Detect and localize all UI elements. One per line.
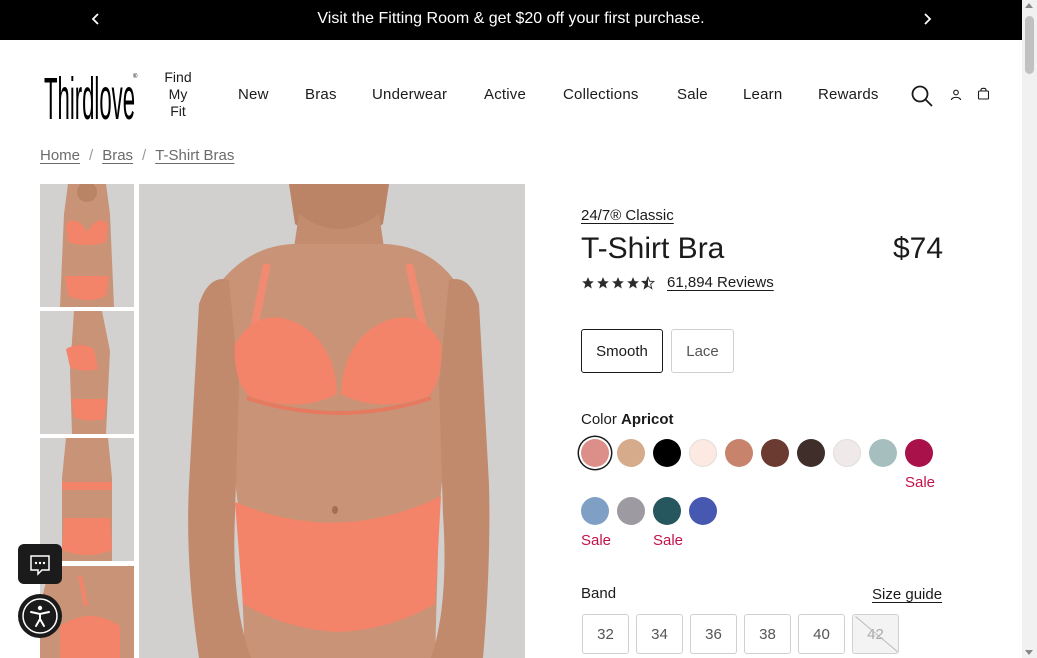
announcement-bar: Visit the Fitting Room & get $20 off you… (0, 0, 1022, 40)
color-swatch[interactable] (581, 497, 609, 525)
selected-color-name: Apricot (621, 411, 674, 428)
band-option-32[interactable]: 32 (582, 614, 629, 654)
nav-collections[interactable]: Collections (563, 86, 639, 103)
chevron-right-icon[interactable] (920, 11, 934, 27)
nav-find-my-fit-line3: Fit (170, 103, 186, 119)
unavailable-strike (855, 616, 898, 653)
star-half-icon (641, 275, 655, 290)
nav-learn[interactable]: Learn (743, 86, 782, 103)
style-option-smooth[interactable]: Smooth (581, 329, 663, 373)
sale-label: Sale (905, 474, 936, 491)
product-title: T-Shirt Bra (581, 232, 725, 265)
band-option-42-unavailable[interactable]: 42 (852, 614, 899, 654)
color-swatch[interactable] (617, 497, 645, 525)
account-icon[interactable] (950, 88, 962, 106)
accessibility-button[interactable] (18, 594, 62, 638)
chat-button[interactable] (18, 544, 62, 584)
announcement-text[interactable]: Visit the Fitting Room & get $20 off you… (0, 10, 1022, 28)
accessibility-icon (22, 598, 58, 634)
nav-underwear[interactable]: Underwear (372, 86, 447, 103)
nav-new[interactable]: New (238, 86, 269, 103)
scroll-up-arrow-icon[interactable] (1025, 3, 1033, 8)
logo-text: Thirdlove (44, 66, 135, 122)
breadcrumb-home[interactable]: Home (40, 147, 80, 164)
scrollbar-thumb[interactable] (1025, 16, 1034, 74)
nav-active[interactable]: Active (484, 86, 526, 103)
color-swatch[interactable] (869, 439, 897, 467)
style-option-lace[interactable]: Lace (671, 329, 734, 373)
main-product-image[interactable] (139, 184, 525, 658)
star-icon (612, 276, 624, 289)
color-swatch[interactable] (689, 497, 717, 525)
rating-stars (581, 275, 655, 290)
product-photo-thumbnail (40, 311, 134, 434)
breadcrumb-bras[interactable]: Bras (102, 147, 133, 164)
gallery-thumbnail-side[interactable] (40, 311, 134, 434)
color-swatch[interactable] (833, 439, 861, 467)
collection-link[interactable]: 24/7® Classic (581, 207, 674, 224)
nav-find-my-fit[interactable]: Find My Fit (163, 69, 193, 120)
logo-wordmark: Thirdlove ® (44, 66, 138, 133)
nav-find-my-fit-line2: My (168, 86, 188, 102)
breadcrumb-t-shirt-bras[interactable]: T-Shirt Bras (155, 147, 234, 164)
color-swatch[interactable] (725, 439, 753, 467)
nav-rewards[interactable]: Rewards (818, 86, 879, 103)
reviews-link[interactable]: 61,894 Reviews (667, 274, 774, 291)
color-swatch[interactable] (617, 439, 645, 467)
band-label: Band (581, 585, 617, 602)
breadcrumb-separator: / (142, 147, 147, 164)
breadcrumb: Home / Bras / T-Shirt Bras (40, 147, 234, 164)
color-swatch[interactable] (653, 439, 681, 467)
star-icon (627, 276, 639, 289)
page-scrollbar[interactable] (1022, 0, 1037, 658)
color-swatch[interactable] (797, 439, 825, 467)
sale-label: Sale (581, 532, 612, 549)
product-price: $74 (893, 232, 944, 265)
color-swatch[interactable] (761, 439, 789, 467)
search-icon[interactable] (910, 84, 934, 113)
thirdlove-logo[interactable]: Thirdlove ® (44, 64, 139, 133)
color-swatch[interactable] (653, 497, 681, 525)
star-icon (597, 276, 609, 289)
gallery-thumbnail-front[interactable] (40, 184, 134, 307)
nav-sale[interactable]: Sale (677, 86, 708, 103)
band-option-36[interactable]: 36 (690, 614, 737, 654)
scroll-down-arrow-icon[interactable] (1025, 650, 1033, 655)
star-icon (582, 276, 594, 289)
color-label: Color Apricot (581, 411, 674, 428)
rating-row: 61,894 Reviews (581, 274, 774, 291)
band-option-34[interactable]: 34 (636, 614, 683, 654)
chat-icon (30, 555, 50, 576)
cart-icon[interactable] (977, 87, 990, 105)
size-guide-link[interactable]: Size guide (872, 586, 942, 603)
color-swatch[interactable] (905, 439, 933, 467)
color-label-prefix: Color (581, 411, 617, 428)
product-photo-model (139, 184, 525, 658)
product-photo-thumbnail (40, 438, 134, 561)
gallery-thumbnail-back[interactable] (40, 438, 134, 561)
sale-label: Sale (653, 532, 684, 549)
breadcrumb-separator: / (89, 147, 94, 164)
color-swatch[interactable] (689, 439, 717, 467)
nav-find-my-fit-line1: Find (164, 69, 192, 85)
svg-text:®: ® (133, 73, 138, 80)
product-photo-thumbnail (40, 184, 134, 307)
color-swatch[interactable] (581, 439, 609, 467)
nav-bras[interactable]: Bras (305, 86, 337, 103)
band-option-40[interactable]: 40 (798, 614, 845, 654)
band-option-38[interactable]: 38 (744, 614, 791, 654)
